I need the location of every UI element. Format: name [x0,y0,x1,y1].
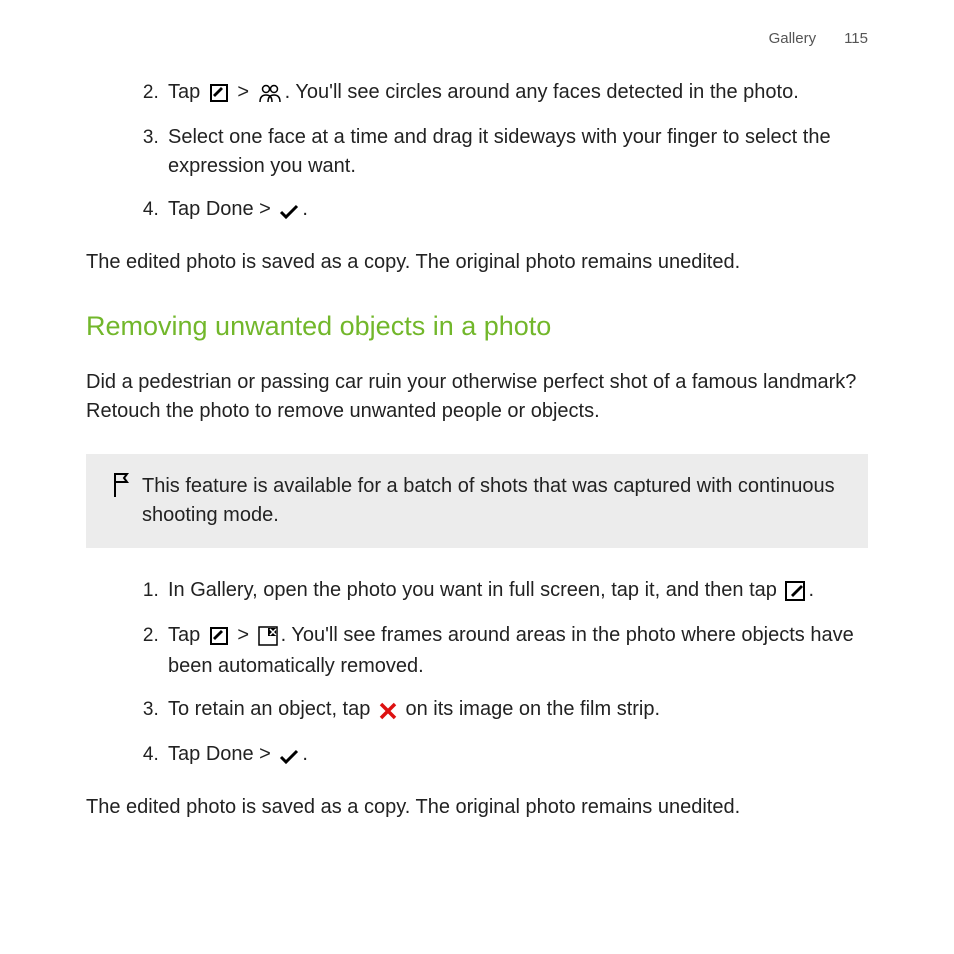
flag-note-text: This feature is available for a batch of… [142,472,846,530]
copy-note-2: The edited photo is saved as a copy. The… [86,793,868,822]
steps-list-bottom: In Gallery, open the photo you want in f… [86,576,868,771]
checkmark-icon [278,197,300,226]
people-icon [257,80,283,109]
header-section: Gallery [769,30,817,47]
checkmark-icon [278,742,300,771]
copy-note-1: The edited photo is saved as a copy. The… [86,248,868,277]
page-header: Gallery 115 [86,28,868,50]
edit-icon [208,623,230,652]
step-4: Tap Done > . [164,195,868,226]
x-red-icon [378,697,398,726]
remove-object-icon [257,623,279,652]
step-2: Tap > . You'll see circles around any fa… [164,78,868,109]
step-3: Select one face at a time and drag it si… [164,123,868,181]
flag-icon [110,472,132,504]
bstep-3: To retain an object, tap on its image on… [164,695,868,726]
edit-icon [208,80,230,109]
edit-icon [784,578,806,607]
bstep-1: In Gallery, open the photo you want in f… [164,576,868,607]
steps-list-top: Tap > . You'll see circles around any fa… [86,78,868,226]
bstep-2: Tap > . You'll see frames around areas i… [164,621,868,681]
intro-paragraph: Did a pedestrian or passing car ruin you… [86,368,868,426]
flag-note: This feature is available for a batch of… [86,454,868,548]
section-heading: Removing unwanted objects in a photo [86,307,868,346]
header-page: 115 [844,30,868,47]
bstep-4: Tap Done > . [164,740,868,771]
